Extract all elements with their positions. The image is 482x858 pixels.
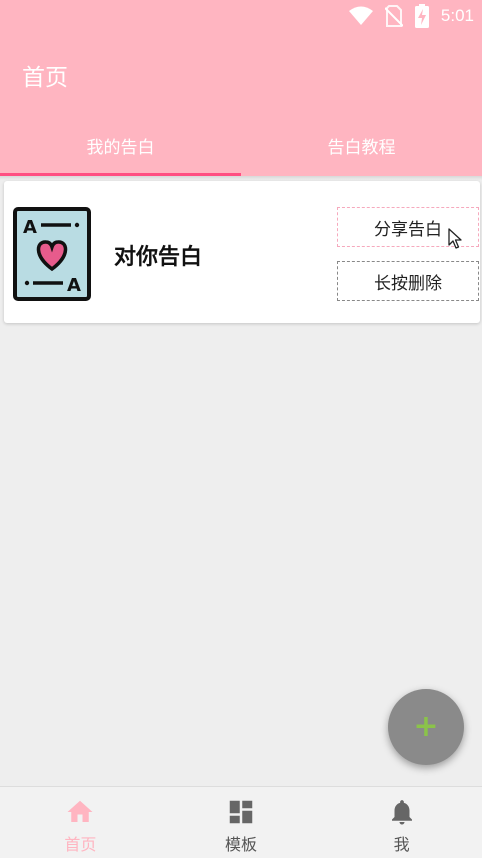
svg-text:A: A: [67, 275, 81, 296]
plus-icon: +: [413, 709, 439, 744]
tab-my-confessions[interactable]: 我的告白: [0, 120, 241, 176]
no-sim-icon: [384, 5, 403, 27]
nav-item-home[interactable]: 首页: [0, 787, 161, 858]
page-title: 首页: [22, 65, 68, 91]
status-bar: 5:01: [0, 0, 482, 32]
status-time: 5:01: [440, 6, 474, 25]
bell-icon: [391, 800, 412, 825]
nav-label-home: 首页: [64, 835, 97, 854]
dashboard-icon: [229, 800, 253, 824]
confession-card[interactable]: A A 对你告白 分享告白 长按删除: [4, 181, 480, 323]
header-shadow: [0, 176, 482, 180]
battery-charging-icon: [414, 4, 429, 28]
nav-label-me: 我: [393, 835, 410, 854]
home-icon: [67, 800, 93, 822]
app-header: 5:01 首页 我的告白 告白教程: [0, 0, 482, 176]
card-title: 对你告白: [114, 245, 203, 270]
nav-label-templates: 模板: [225, 835, 258, 854]
add-fab-button[interactable]: +: [388, 689, 464, 765]
ace-of-hearts-card-icon: A A: [13, 207, 91, 301]
svg-text:A: A: [23, 217, 37, 238]
nav-item-templates[interactable]: 模板: [161, 787, 322, 858]
status-icons: 5:01: [348, 4, 474, 28]
wifi-icon: [348, 6, 373, 25]
nav-item-me[interactable]: 我: [321, 787, 482, 858]
tab-confession-tutorial[interactable]: 告白教程: [241, 120, 482, 176]
bottom-nav: 首页 模板 我: [0, 786, 482, 858]
delete-button[interactable]: 长按删除: [337, 261, 479, 301]
mouse-cursor-icon: [448, 228, 462, 249]
tab-bar: 我的告白 告白教程: [0, 120, 482, 176]
